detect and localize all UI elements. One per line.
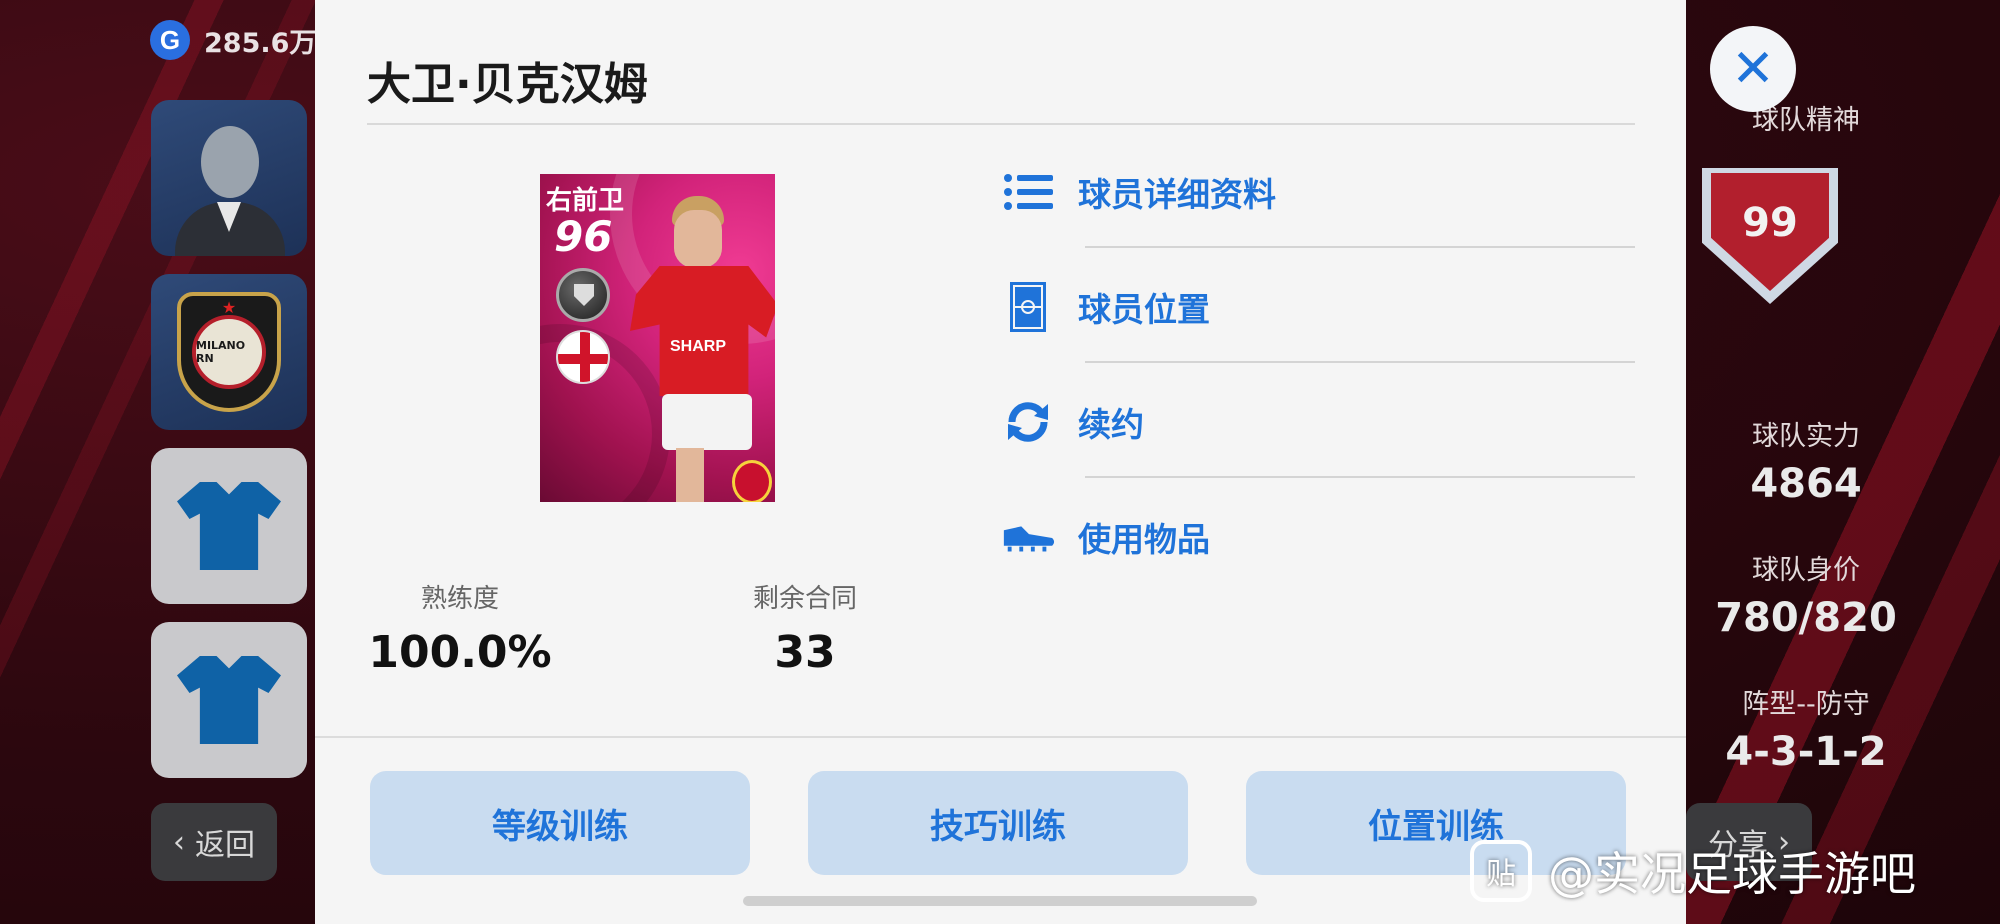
level-training-button[interactable]: 等级训练 — [370, 771, 750, 875]
title-divider — [367, 123, 1635, 125]
menu-player-position[interactable]: 球员位置 — [1000, 277, 1210, 337]
team-spirit-section: 球队精神 — [1686, 98, 1926, 137]
sponsor-text: SHARP — [670, 338, 727, 355]
team-spirit-shield-icon: 99 — [1702, 168, 1838, 304]
club-badge-text: MILANO RN — [192, 315, 266, 389]
team-value-value: 780/820 — [1715, 595, 1897, 641]
proficiency-value: 100.0% — [368, 627, 552, 678]
chevron-left-icon: ‹ — [173, 824, 185, 860]
boot-icon — [1000, 509, 1056, 565]
player-card[interactable]: SHARP 右前卫 96 — [540, 174, 775, 502]
skill-training-button[interactable]: 技巧训练 — [808, 771, 1188, 875]
player-photo: SHARP — [618, 188, 775, 502]
away-kit-tile[interactable] — [151, 622, 307, 778]
menu-player-details[interactable]: 球员详细资料 — [1000, 162, 1276, 222]
watermark: 贴 @实况足球手游吧 — [1470, 838, 1916, 904]
back-label: 返回 — [195, 828, 255, 863]
team-spirit-value: 99 — [1711, 173, 1829, 291]
club-badge-icon: ★ MILANO RN — [177, 292, 281, 412]
team-strength-section: 球队实力 4864 — [1686, 414, 1926, 507]
shirt-icon — [177, 482, 281, 570]
pitch-icon — [1000, 279, 1056, 335]
menu-divider — [1085, 476, 1635, 478]
team-value-label: 球队身价 — [1752, 555, 1860, 586]
formation-value: 4-3-1-2 — [1725, 729, 1887, 775]
menu-label: 使用物品 — [1078, 520, 1210, 559]
footer-divider — [315, 736, 1686, 738]
player-name-title: 大卫·贝克汉姆 — [367, 59, 648, 110]
gp-coin-icon: G — [150, 20, 190, 60]
contract-value: 33 — [774, 627, 836, 678]
contract-label: 剩余合同 — [752, 584, 857, 614]
menu-label: 球员详细资料 — [1078, 175, 1276, 214]
menu-renew-contract[interactable]: 续约 — [1000, 392, 1144, 452]
formation-section: 阵型--防守 4-3-1-2 — [1686, 682, 1926, 775]
club-badge-tile[interactable]: ★ MILANO RN — [151, 274, 307, 430]
currency-amount: 285.6万 — [204, 27, 317, 59]
team-value-section: 球队身价 780/820 — [1686, 548, 1926, 641]
club-crest-icon — [732, 460, 772, 502]
menu-label: 球员位置 — [1078, 290, 1210, 329]
menu-use-items[interactable]: 使用物品 — [1000, 507, 1210, 567]
home-indicator[interactable] — [743, 896, 1257, 906]
contract-stat: 剩余合同 33 — [655, 578, 955, 678]
home-kit-tile[interactable] — [151, 448, 307, 604]
team-strength-label: 球队实力 — [1752, 421, 1860, 452]
back-button[interactable]: ‹ 返回 — [151, 803, 277, 881]
menu-divider — [1085, 361, 1635, 363]
close-icon: ✕ — [1731, 39, 1775, 99]
currency-display: G 285.6万 — [150, 20, 316, 60]
player-options-modal: 大卫·贝克汉姆 SHARP 右前卫 96 熟练度 100.0% 剩余合同 33 — [315, 0, 1686, 924]
watermark-text: @实况足球手游吧 — [1548, 847, 1916, 901]
team-spirit-label: 球队精神 — [1752, 105, 1860, 136]
england-flag-icon — [556, 330, 610, 384]
manager-avatar-icon — [169, 118, 289, 256]
refresh-icon — [1000, 394, 1056, 450]
list-icon — [1000, 164, 1056, 220]
menu-label: 续约 — [1078, 405, 1144, 444]
playstyle-badge-icon — [556, 268, 610, 322]
card-rating: 96 — [554, 212, 613, 261]
proficiency-label: 熟练度 — [420, 584, 499, 614]
close-button[interactable]: ✕ — [1710, 26, 1796, 112]
shirt-icon — [177, 656, 281, 744]
formation-label: 阵型--防守 — [1742, 689, 1870, 720]
team-strength-value: 4864 — [1750, 461, 1862, 507]
proficiency-stat: 熟练度 100.0% — [295, 578, 625, 678]
manager-tile[interactable] — [151, 100, 307, 256]
tieba-logo-icon: 贴 — [1470, 840, 1532, 902]
menu-divider — [1085, 246, 1635, 248]
